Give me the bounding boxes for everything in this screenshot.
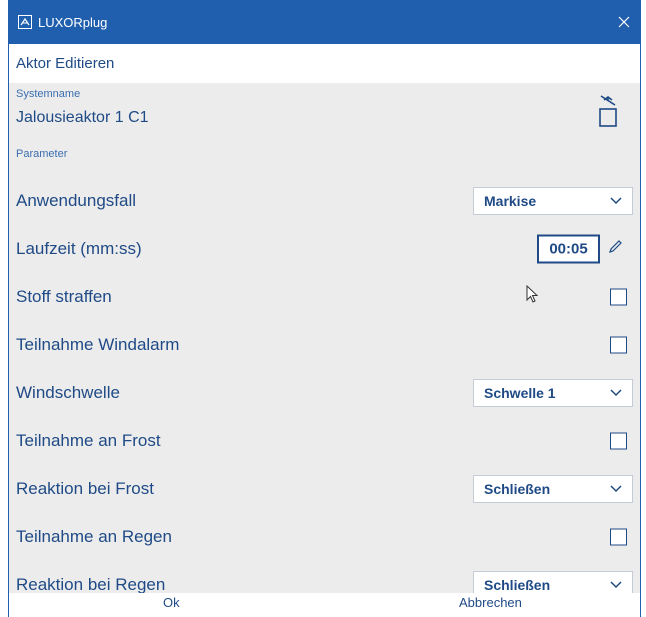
close-icon xyxy=(618,16,630,28)
dropdown-value: Schließen xyxy=(484,577,551,593)
param-row-anwendungsfall: Anwendungsfall Markise xyxy=(9,177,640,225)
reaktion-regen-dropdown[interactable]: Schließen xyxy=(473,571,633,593)
dropdown-value: Markise xyxy=(484,193,537,209)
dialog-window: LUXORplug Aktor Editieren Systemname Jal… xyxy=(8,0,641,617)
cancel-button[interactable]: Abbrechen xyxy=(459,595,522,610)
mouse-cursor-icon xyxy=(526,285,539,303)
param-label: Teilnahme Windalarm xyxy=(16,335,180,354)
laufzeit-input[interactable]: 00:05 xyxy=(537,234,600,264)
param-label: Windschwelle xyxy=(16,383,120,402)
chevron-down-icon xyxy=(610,581,622,589)
param-label: Stoff straffen xyxy=(16,287,112,306)
dropdown-value: Schwelle 1 xyxy=(484,385,556,401)
pencil-icon[interactable] xyxy=(607,239,623,259)
ok-button[interactable]: Ok xyxy=(163,595,180,610)
param-label: Teilnahme an Regen xyxy=(16,527,172,546)
dialog-title: Aktor Editieren xyxy=(16,55,115,72)
system-name-label: Systemname xyxy=(16,88,81,100)
param-row-teilnahme-frost: Teilnahme an Frost xyxy=(9,417,640,465)
dropdown-value: Schließen xyxy=(484,481,551,497)
stoff-straffen-checkbox[interactable] xyxy=(610,288,627,306)
param-row-windschwelle: Windschwelle Schwelle 1 xyxy=(9,369,640,417)
chevron-down-icon xyxy=(610,485,622,493)
param-row-teilnahme-regen: Teilnahme an Regen xyxy=(9,513,640,561)
parameter-panel[interactable]: Systemname Jalousieaktor 1 C1 Parameter … xyxy=(9,83,640,593)
reaktion-frost-dropdown[interactable]: Schließen xyxy=(473,475,633,503)
param-row-reaktion-regen: Reaktion bei Regen Schließen xyxy=(9,561,640,593)
close-button[interactable] xyxy=(614,12,634,32)
windalarm-checkbox[interactable] xyxy=(610,336,627,354)
param-label: Reaktion bei Regen xyxy=(16,575,166,593)
param-label: Laufzeit (mm:ss) xyxy=(16,239,142,258)
parameter-section-label: Parameter xyxy=(16,148,68,160)
chevron-down-icon xyxy=(610,389,622,397)
window-title: LUXORplug xyxy=(38,14,108,30)
title-bar: LUXORplug xyxy=(9,0,640,44)
regen-checkbox[interactable] xyxy=(610,528,627,546)
dialog-footer: Ok Abbrechen xyxy=(9,593,640,617)
param-label: Teilnahme an Frost xyxy=(16,431,161,450)
anwendungsfall-dropdown[interactable]: Markise xyxy=(473,187,633,215)
param-label: Anwendungsfall xyxy=(16,191,137,210)
frost-checkbox[interactable] xyxy=(610,432,627,450)
trash-icon[interactable] xyxy=(597,92,619,134)
windschwelle-dropdown[interactable]: Schwelle 1 xyxy=(473,379,633,407)
param-row-reaktion-frost: Reaktion bei Frost Schließen xyxy=(9,465,640,513)
chevron-down-icon xyxy=(610,197,622,205)
param-row-teilnahme-windalarm: Teilnahme Windalarm xyxy=(9,321,640,369)
system-name-value: Jalousieaktor 1 C1 xyxy=(16,109,149,126)
param-row-laufzeit: Laufzeit (mm:ss) 00:05 xyxy=(9,225,640,273)
param-row-stoff-straffen: Stoff straffen xyxy=(9,273,640,321)
param-label: Reaktion bei Frost xyxy=(16,479,154,498)
app-logo-icon xyxy=(18,15,32,29)
